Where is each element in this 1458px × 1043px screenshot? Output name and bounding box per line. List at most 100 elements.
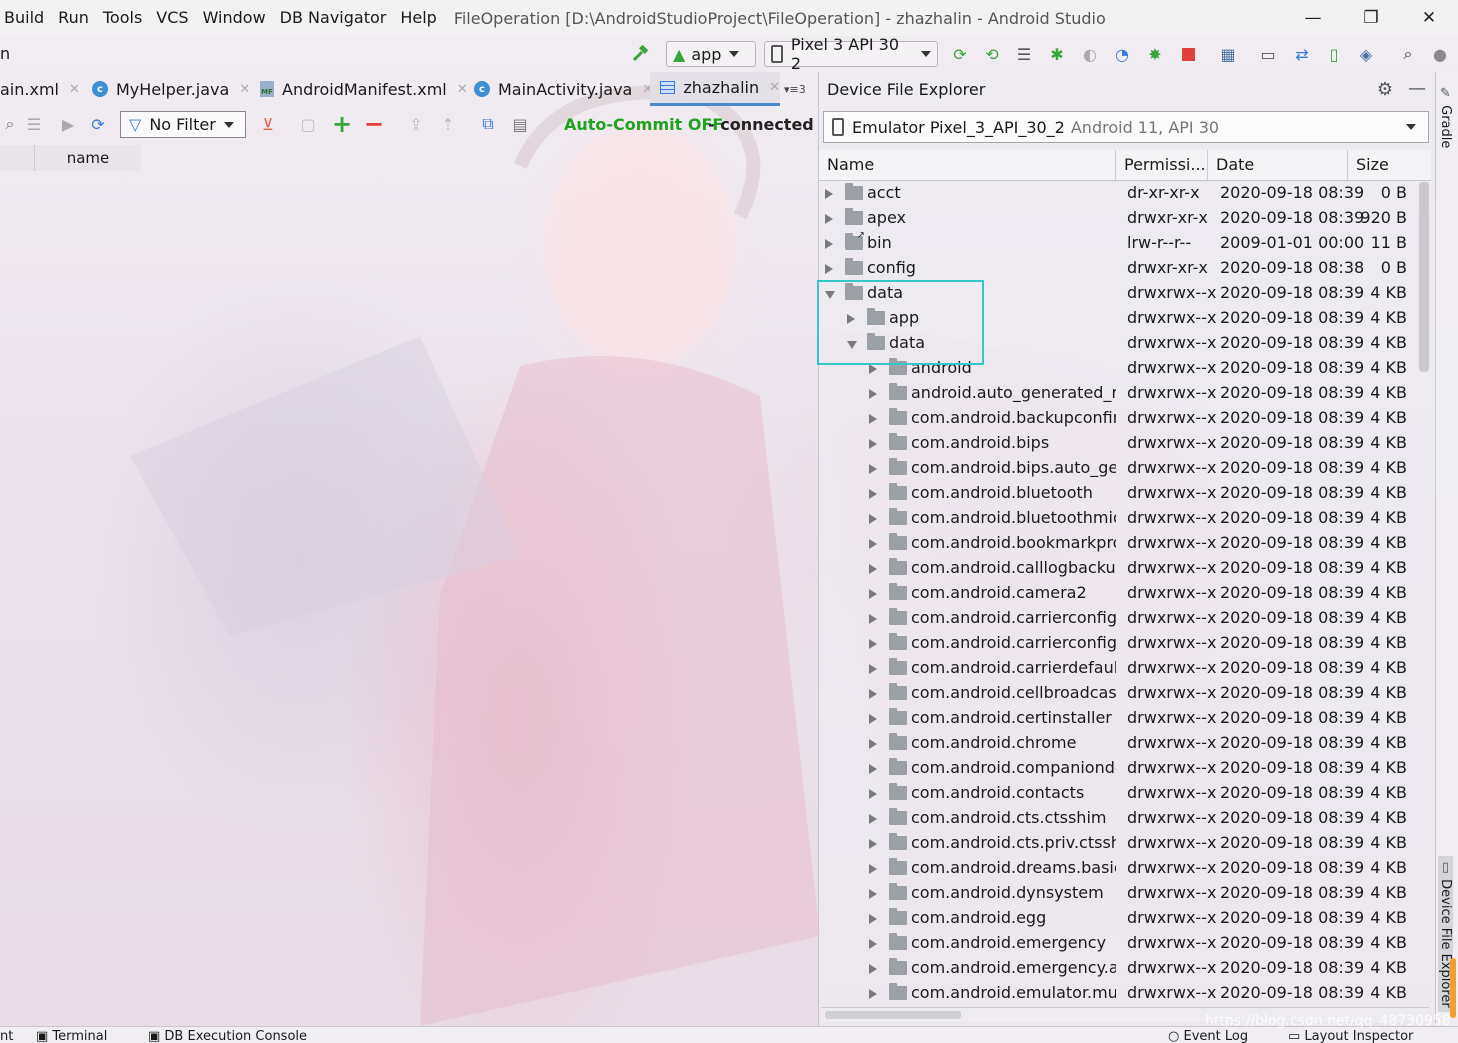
menu-help[interactable]: Help <box>393 0 443 36</box>
sync-gradle-icon[interactable]: ⇄ <box>1292 44 1312 64</box>
tab-myhelper[interactable]: c MyHelper.java ✕ <box>92 72 250 106</box>
device-select[interactable]: Pixel 3 API 30 2 <box>764 35 938 73</box>
refresh-icon[interactable]: ⟳ <box>88 114 108 134</box>
menu-run[interactable]: Run <box>51 0 96 36</box>
menu-build[interactable]: Build <box>0 0 51 36</box>
file-row[interactable]: com.android.emergency drwxrwx--x 2020-09-1… <box>819 931 1431 956</box>
close-icon[interactable]: ✕ <box>769 80 780 95</box>
menu-window[interactable]: Window <box>196 0 273 36</box>
file-row[interactable]: com.android.backupconfirm drwxrwx--x 2020-… <box>819 406 1431 431</box>
bottom-tab-event-log[interactable]: ○ Event Log <box>1168 1029 1248 1043</box>
menu-vcs[interactable]: VCS <box>149 0 195 36</box>
file-row[interactable]: apex drwxr-xr-x 2020-09-18 08:39 920 B <box>819 206 1431 231</box>
minimize-button[interactable]: — <box>1284 0 1342 36</box>
file-row[interactable]: com.android.egg drwxrwx--x 2020-09-18 08:3… <box>819 906 1431 931</box>
run-list-icon[interactable]: ☰ <box>1014 44 1034 64</box>
device-dropdown[interactable]: Emulator Pixel_3_API_30_2 Android 11, AP… <box>823 111 1429 143</box>
auto-commit-toggle[interactable]: Auto-Commit OFF <box>564 115 723 134</box>
file-row[interactable]: android.auto_generated_rro drwxrwx--x 2020… <box>819 381 1431 406</box>
file-row[interactable]: com.android.dynsystem drwxrwx--x 2020-09-1… <box>819 881 1431 906</box>
file-row[interactable]: com.android.contacts drwxrwx--x 2020-09-18… <box>819 781 1431 806</box>
expand-right-arrow-icon[interactable] <box>869 664 877 674</box>
bug-icon[interactable]: ✸ <box>1145 44 1165 64</box>
file-row[interactable]: com.android.bluetooth drwxrwx--x 2020-09-1… <box>819 481 1431 506</box>
file-row[interactable]: com.android.cts.ctsshim drwxrwx--x 2020-09… <box>819 806 1431 831</box>
search-icon[interactable]: ⌕ <box>0 114 20 134</box>
expand-right-arrow-icon[interactable] <box>825 189 833 199</box>
stop-icon[interactable] <box>1178 44 1198 64</box>
expand-right-arrow-icon[interactable] <box>869 739 877 749</box>
file-row[interactable]: com.android.carrierconfig drwxrwx--x 2020-… <box>819 606 1431 631</box>
tab-mainactivity[interactable]: c MainActivity.java ✕ <box>474 72 653 106</box>
run-config-select[interactable]: ▲ app <box>666 41 756 67</box>
tab-android-manifest[interactable]: MF AndroidManifest.xml ✕ <box>260 72 468 106</box>
file-row[interactable]: com.android.cellbroadcastre drwxrwx--x202… <box>819 681 1431 706</box>
file-row[interactable]: com.android.emulator.multi drwxrwx--x 2020… <box>819 981 1431 1006</box>
file-row[interactable]: com.android.carrierdefaultap drwxrwx--x20… <box>819 656 1431 681</box>
file-row[interactable]: com.android.chrome drwxrwx--x 2020-09-18 0… <box>819 731 1431 756</box>
file-row[interactable]: com.android.bookmarkprov drwxrwx--x 2020-0… <box>819 531 1431 556</box>
file-row[interactable]: com.android.bluetoothmidis drwxrwx--x 2020… <box>819 506 1431 531</box>
expand-right-arrow-icon[interactable] <box>869 389 877 399</box>
file-row[interactable]: com.android.emergency.aut drwxrwx--x 2020-… <box>819 956 1431 981</box>
expand-right-arrow-icon[interactable] <box>869 789 877 799</box>
account-icon[interactable]: ● <box>1430 44 1450 64</box>
expand-right-arrow-icon[interactable] <box>825 264 833 274</box>
bottom-tab-fragment[interactable]: nt <box>0 1029 13 1043</box>
expand-right-arrow-icon[interactable] <box>825 214 833 224</box>
close-icon[interactable]: ✕ <box>457 82 468 97</box>
commit-icon[interactable]: ⇡ <box>438 114 458 134</box>
bottom-tab-terminal[interactable]: ▣ Terminal <box>36 1029 107 1043</box>
expand-right-arrow-icon[interactable] <box>869 514 877 524</box>
column-header-date[interactable]: Date <box>1208 150 1348 180</box>
build-hammer-icon[interactable] <box>630 44 650 64</box>
vertical-scrollbar[interactable] <box>1419 182 1429 372</box>
expand-right-arrow-icon[interactable] <box>869 814 877 824</box>
expand-right-arrow-icon[interactable] <box>869 714 877 724</box>
file-row[interactable]: com.android.cts.priv.ctsshim drwxrwx--x20… <box>819 831 1431 856</box>
menu-tools[interactable]: Tools <box>96 0 149 36</box>
delete-row-icon[interactable]: − <box>364 110 384 138</box>
column-header-permissions[interactable]: Permissi... <box>1116 150 1208 180</box>
expand-right-arrow-icon[interactable] <box>869 464 877 474</box>
column-header-size[interactable]: Size <box>1348 150 1431 180</box>
attach-debugger-icon[interactable]: ◔ <box>1112 44 1132 64</box>
column-header-name[interactable]: Name <box>819 150 1116 180</box>
expand-right-arrow-icon[interactable] <box>869 539 877 549</box>
debug-icon[interactable]: ✱ <box>1047 44 1067 64</box>
close-icon[interactable]: ✕ <box>239 82 250 97</box>
gear-icon[interactable]: ⚙ <box>1375 79 1395 100</box>
filter-select[interactable]: ▽ No Filter <box>120 111 246 138</box>
expand-right-arrow-icon[interactable] <box>869 989 877 999</box>
expand-right-arrow-icon[interactable] <box>869 414 877 424</box>
file-row[interactable]: bin lrw-r--r-- 2009-01-01 00:00 11 B <box>819 230 1431 256</box>
close-window-button[interactable]: ✕ <box>1400 0 1458 36</box>
scrollbar-thumb[interactable] <box>825 1011 961 1019</box>
expand-right-arrow-icon[interactable] <box>869 839 877 849</box>
record-view-icon[interactable]: ☰ <box>24 114 44 134</box>
search-icon[interactable]: ⌕ <box>1398 44 1418 64</box>
expand-right-arrow-icon[interactable] <box>869 889 877 899</box>
tab-main-xml[interactable]: ain.xml ✕ <box>0 72 80 106</box>
clear-filter-icon[interactable]: ⊻ <box>258 114 278 134</box>
file-row[interactable]: com.android.bips.auto_gene drwxrwx--x 2020… <box>819 456 1431 481</box>
copy-icon[interactable]: ⧉ <box>478 114 498 134</box>
profile-icon[interactable]: ◐ <box>1080 44 1100 64</box>
menu-db-navigator[interactable]: DB Navigator <box>273 0 394 36</box>
execute-icon[interactable]: ▶ <box>58 114 78 134</box>
file-row[interactable]: com.android.camera2 drwxrwx--x 2020-09-18 … <box>819 581 1431 606</box>
expand-right-arrow-icon[interactable] <box>869 689 877 699</box>
lock-icon[interactable]: ▢ <box>298 114 318 134</box>
expand-right-arrow-icon[interactable] <box>869 364 877 374</box>
file-row[interactable]: config drwxr-xr-x 2020-09-18 08:38 0 B <box>819 256 1431 281</box>
duplicate-row-icon[interactable]: ⇪ <box>406 114 426 134</box>
file-row[interactable]: com.android.calllogbackup drwxrwx--x 2020-… <box>819 556 1431 581</box>
expand-right-arrow-icon[interactable] <box>869 964 877 974</box>
file-row[interactable]: com.android.carrierconfig.au drwxrwx--x20… <box>819 631 1431 656</box>
gradle-tool-tab[interactable]: ✎ Gradle <box>1438 86 1453 148</box>
column-header-name[interactable]: name <box>35 145 141 171</box>
file-row[interactable]: com.android.certinstaller drwxrwx--x 2020-… <box>819 706 1431 731</box>
expand-right-arrow-icon[interactable] <box>869 864 877 874</box>
tab-zhazhalin[interactable]: zhazhalin ✕ <box>650 72 780 106</box>
hide-panel-icon[interactable]: — <box>1407 78 1427 99</box>
